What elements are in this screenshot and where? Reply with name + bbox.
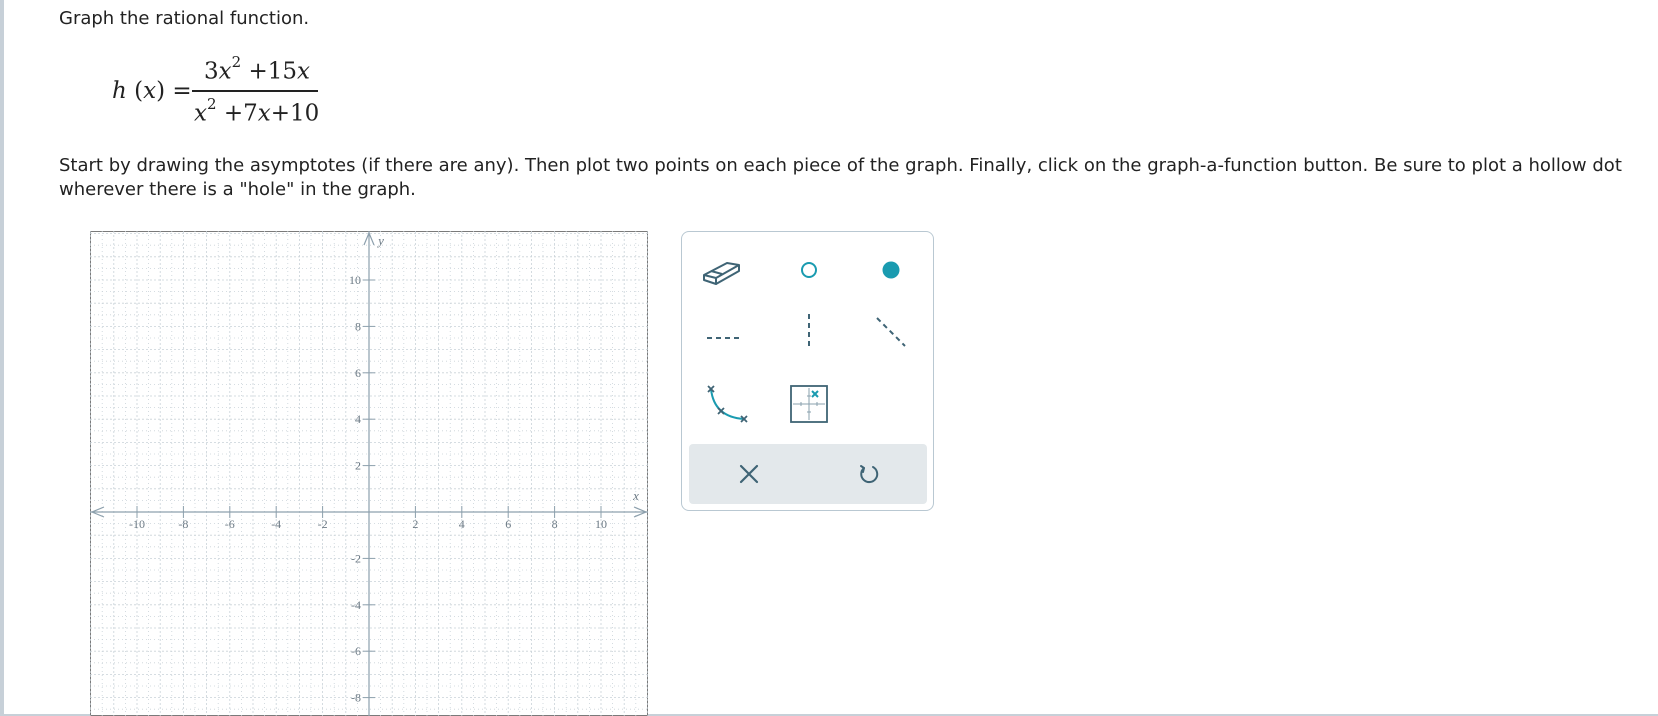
slant-asymptote-tool-button[interactable] — [863, 308, 919, 356]
left-border — [0, 0, 4, 716]
equation-denominator: x2 +7x+10 — [194, 95, 320, 127]
equation-lhs: h (x) = — [112, 78, 192, 104]
instructions-text: Start by drawing the asymptotes (if ther… — [59, 155, 1622, 200]
y-tick-label: 4 — [355, 412, 361, 426]
dashed-horizontal-line-icon — [707, 337, 743, 339]
y-tick-label: -2 — [351, 551, 361, 565]
clear-button[interactable] — [719, 450, 779, 498]
x-tick-label: -6 — [225, 517, 235, 531]
y-tick-label: 10 — [349, 273, 361, 287]
coordinate-plane[interactable]: -10 -8 -6 -4 -2 2 4 6 8 10 10 8 6 4 2 -2 -4 -6 -8 x y — [90, 231, 648, 716]
vertical-asymptote-tool-button[interactable] — [781, 308, 837, 356]
plot-on-grid-tool-button[interactable] — [781, 380, 837, 428]
x-tick-label: -4 — [271, 517, 281, 531]
y-tick-label: 2 — [355, 459, 361, 473]
y-tick-label: -8 — [351, 691, 361, 705]
graphing-tool-panel — [681, 231, 934, 511]
y-tick-label: -6 — [351, 644, 361, 658]
x-tick-label: -8 — [178, 517, 188, 531]
x-axis-label: x — [632, 488, 639, 503]
dashed-diagonal-line-icon — [876, 317, 906, 347]
x-tick-label: 8 — [552, 517, 558, 531]
undo-button[interactable] — [839, 450, 899, 498]
action-bar — [689, 444, 927, 504]
x-tick-label: 6 — [505, 517, 511, 531]
eraser-icon — [703, 262, 740, 285]
y-tick-label: 6 — [355, 366, 361, 380]
x-tick-label: 10 — [595, 517, 607, 531]
open-point-tool-button[interactable] — [781, 246, 837, 294]
x-tick-label: 4 — [459, 517, 465, 531]
x-tick-label: -10 — [129, 517, 145, 531]
grid-point-icon — [790, 385, 828, 423]
y-tick-label: 8 — [355, 319, 361, 333]
equation-numerator: 3x2 +15x — [204, 53, 311, 85]
x-tick-label: -2 — [318, 517, 328, 531]
question-prompt: Graph the rational function. — [59, 8, 310, 29]
x-tick-label: 2 — [412, 517, 418, 531]
y-axis-label: y — [376, 233, 384, 248]
undo-icon — [860, 465, 879, 484]
eraser-tool-button[interactable] — [694, 246, 750, 294]
filled-circle-icon — [882, 261, 900, 279]
open-circle-icon — [801, 262, 817, 278]
closed-point-tool-button[interactable] — [863, 246, 919, 294]
horizontal-asymptote-tool-button[interactable] — [697, 314, 753, 362]
close-x-icon — [739, 464, 759, 484]
graph-function-tool-button[interactable] — [698, 380, 754, 428]
curve-through-points-icon — [707, 385, 748, 423]
graphing-canvas[interactable]: -10 -8 -6 -4 -2 2 4 6 8 10 10 8 6 4 2 -2 -4 -6 -8 x y — [90, 231, 648, 716]
fraction-bar — [192, 90, 318, 92]
y-tick-label: -4 — [351, 598, 361, 612]
dashed-vertical-line-icon — [808, 314, 810, 350]
